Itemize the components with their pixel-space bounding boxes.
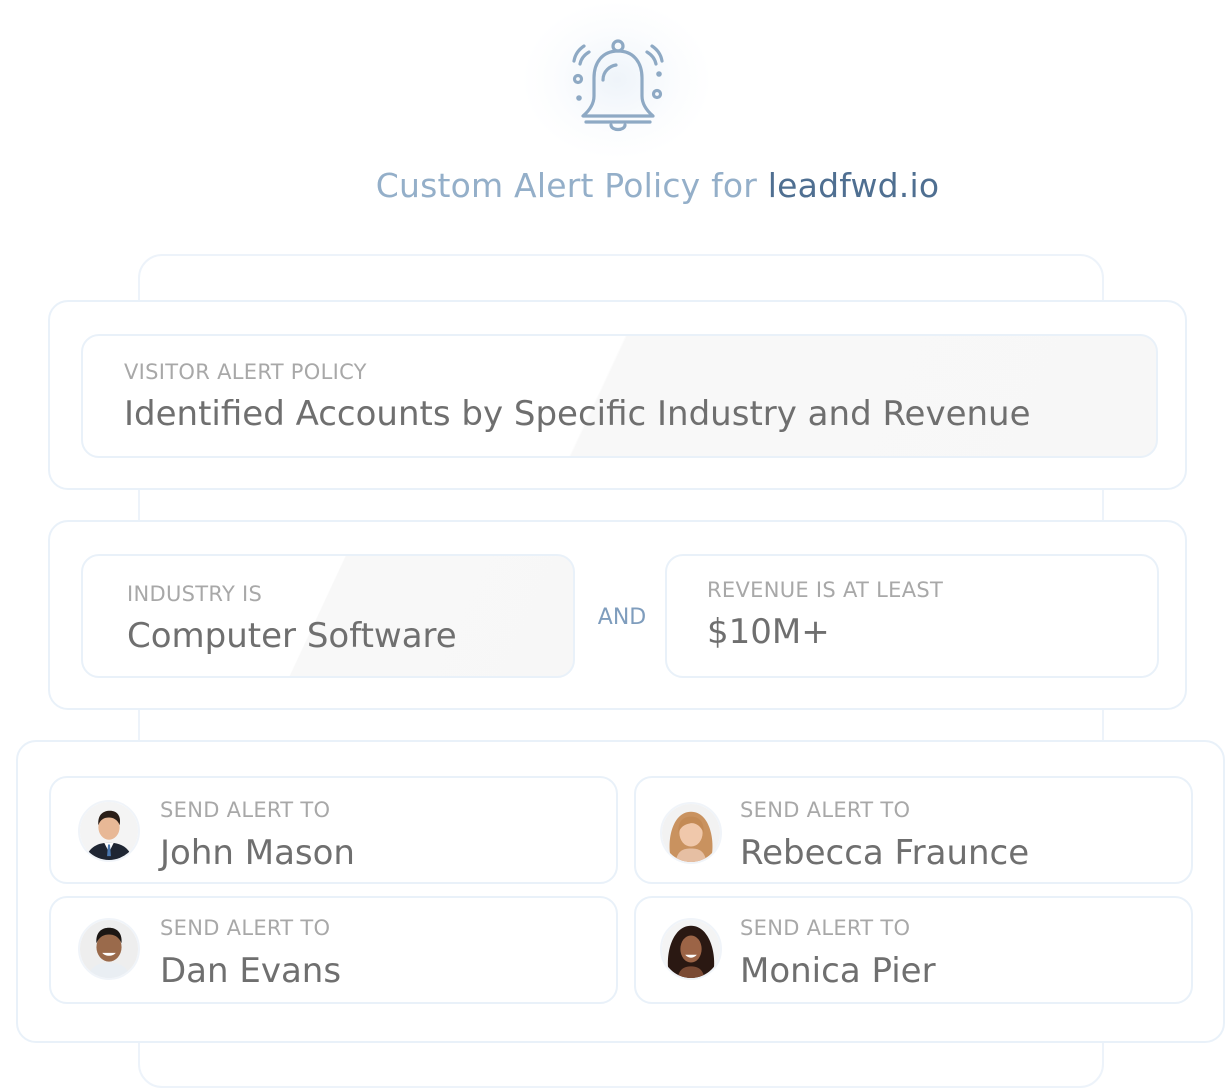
policy-value: Identified Accounts by Specific Industry… xyxy=(124,394,1031,434)
policy-card: VISITOR ALERT POLICY Identified Accounts… xyxy=(48,300,1187,490)
recipient-name: John Mason xyxy=(160,833,355,873)
recipient-card[interactable]: SEND ALERT TO Monica Pier xyxy=(634,896,1193,1004)
page-title-domain: leadfwd.io xyxy=(767,166,940,205)
recipient-label: SEND ALERT TO xyxy=(160,798,331,822)
policy-field[interactable]: VISITOR ALERT POLICY Identified Accounts… xyxy=(81,334,1158,458)
revenue-value: $10M+ xyxy=(707,612,830,652)
recipient-name: Dan Evans xyxy=(160,951,342,991)
bell-alert-icon xyxy=(572,39,664,132)
recipient-card[interactable]: SEND ALERT TO John Mason xyxy=(49,776,618,884)
policy-label: VISITOR ALERT POLICY xyxy=(124,360,367,384)
page-title-prefix: Custom Alert Policy for xyxy=(375,166,768,205)
recipient-name: Rebecca Fraunce xyxy=(740,833,1030,873)
page-title: Custom Alert Policy for leadfwd.io xyxy=(0,166,1225,205)
industry-value: Computer Software xyxy=(127,616,457,656)
industry-label: INDUSTRY IS xyxy=(127,582,263,606)
recipient-label: SEND ALERT TO xyxy=(740,916,911,940)
recipient-label: SEND ALERT TO xyxy=(160,916,331,940)
industry-condition-field[interactable]: INDUSTRY IS Computer Software xyxy=(81,554,575,678)
avatar-woman-dark-hair xyxy=(660,918,722,980)
and-connector: AND xyxy=(597,605,647,630)
revenue-label: REVENUE IS AT LEAST xyxy=(707,578,944,602)
avatar-woman-blonde xyxy=(660,802,722,864)
avatar-man-suit xyxy=(78,800,140,862)
recipient-card[interactable]: SEND ALERT TO Dan Evans xyxy=(49,896,618,1004)
avatar-man-smiling xyxy=(78,918,140,980)
recipient-name: Monica Pier xyxy=(740,951,936,991)
recipient-card[interactable]: SEND ALERT TO Rebecca Fraunce xyxy=(634,776,1193,884)
recipients-card: SEND ALERT TO John Mason SEND ALERT TO R… xyxy=(16,740,1225,1043)
recipient-label: SEND ALERT TO xyxy=(740,798,911,822)
revenue-condition-field[interactable]: REVENUE IS AT LEAST $10M+ xyxy=(665,554,1159,678)
